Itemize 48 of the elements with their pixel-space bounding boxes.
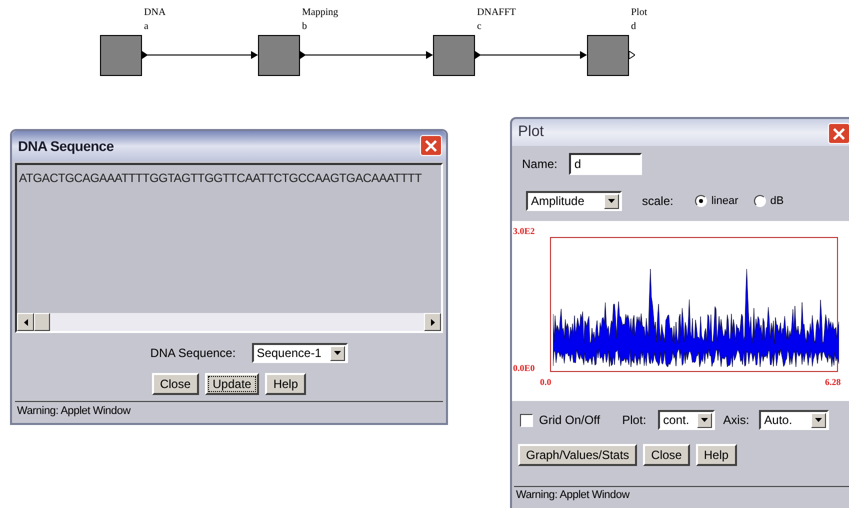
y-max-label: 3.0E2 bbox=[513, 225, 535, 238]
scale-radio[interactable]: linear bbox=[695, 192, 738, 210]
dropdown-select[interactable]: Auto. bbox=[759, 410, 830, 430]
close-button[interactable] bbox=[420, 135, 442, 156]
node-name: Mapping bbox=[302, 8, 338, 18]
dialog-button[interactable]: Close bbox=[152, 373, 199, 395]
scroll-left-icon[interactable] bbox=[17, 313, 34, 331]
block-node[interactable] bbox=[433, 35, 475, 76]
window-title: Plot bbox=[518, 122, 544, 142]
node-letter: b bbox=[302, 22, 307, 32]
node-name: Plot bbox=[631, 8, 648, 18]
dialog-button[interactable]: Update bbox=[204, 373, 260, 395]
node-letter: a bbox=[144, 22, 148, 32]
dialog-button[interactable]: Graph/Values/Stats bbox=[518, 444, 638, 466]
dropdown-select[interactable]: Sequence-1 bbox=[252, 343, 348, 363]
scroll-right-icon[interactable] bbox=[424, 313, 441, 331]
x-max-label: 6.28 bbox=[825, 376, 841, 389]
plot-label: Plot: bbox=[622, 412, 646, 429]
window-title: DNA Sequence bbox=[18, 136, 114, 156]
scroll-thumb[interactable] bbox=[34, 313, 50, 331]
horizontal-scrollbar[interactable] bbox=[17, 313, 441, 331]
node-letter: c bbox=[477, 22, 482, 32]
dropdown-select[interactable]: Amplitude bbox=[526, 191, 622, 211]
status-text: Warning: Applet Window bbox=[17, 404, 130, 420]
y-min-label: 0.0E0 bbox=[513, 362, 535, 375]
block-node[interactable] bbox=[258, 35, 300, 76]
block-node[interactable] bbox=[100, 35, 142, 76]
axis-label: Axis: bbox=[723, 412, 750, 429]
dialog-button[interactable]: Help bbox=[265, 373, 306, 395]
node-name: DNAFFT bbox=[477, 8, 516, 18]
dna-sequence-text: ATGACTGCAGAAATTTTGGTAGTTGGTTCAATTCTGCCAAGTGACAAATTTT bbox=[19, 171, 422, 185]
selector-label: DNA Sequence: bbox=[150, 345, 236, 362]
name-input[interactable]: d bbox=[569, 153, 642, 175]
grid-checkbox[interactable]: Grid On/Off bbox=[520, 411, 600, 429]
block-node[interactable] bbox=[587, 35, 629, 76]
node-name: DNA bbox=[144, 8, 166, 18]
close-button[interactable] bbox=[828, 123, 849, 144]
close-icon bbox=[425, 140, 437, 152]
scale-radio[interactable]: dB bbox=[754, 192, 784, 210]
dialog-button[interactable]: Close bbox=[643, 444, 690, 466]
close-icon bbox=[833, 128, 845, 140]
node-letter: d bbox=[631, 22, 636, 32]
x-min-label: 0.0 bbox=[540, 376, 552, 389]
status-text: Warning: Applet Window bbox=[516, 488, 630, 504]
dialog-button[interactable]: Help bbox=[696, 444, 737, 466]
dropdown-select[interactable]: cont. bbox=[658, 410, 716, 430]
scale-label: scale: bbox=[642, 193, 674, 210]
name-label: Name: bbox=[522, 156, 558, 173]
